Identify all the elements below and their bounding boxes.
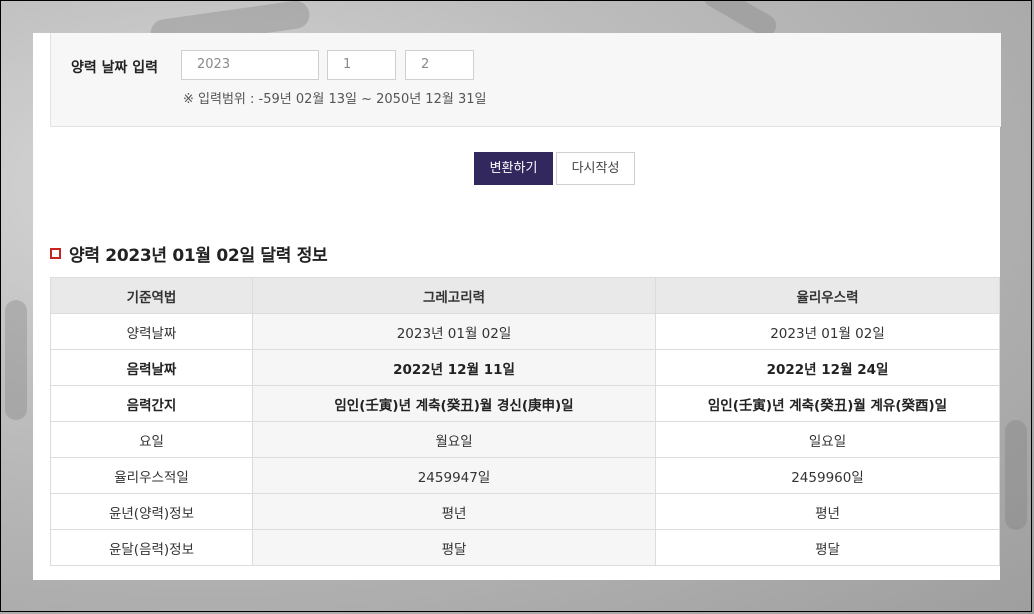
- row-label: 양력날짜: [50, 313, 253, 350]
- year-input[interactable]: 2023: [181, 50, 319, 80]
- julian-cell: 평년: [655, 493, 1000, 530]
- background-decoration: [5, 300, 27, 420]
- header-julian: 율리우스력: [655, 277, 1000, 314]
- gregorian-cell: 평달: [252, 529, 656, 566]
- table-header-row: 기준역법 그레고리력 율리우스력: [50, 277, 1000, 314]
- convert-button[interactable]: 변환하기: [474, 152, 553, 185]
- table-row: 율리우스적일 2459947일 2459960일: [50, 457, 1000, 494]
- row-label: 윤달(음력)정보: [50, 529, 253, 566]
- table-row: 윤년(양력)정보 평년 평년: [50, 493, 1000, 530]
- gregorian-cell: 임인(壬寅)년 계축(癸丑)월 경신(庚申)일: [252, 385, 656, 422]
- month-input[interactable]: 1: [327, 50, 396, 80]
- julian-cell: 2023년 01월 02일: [655, 313, 1000, 350]
- input-range-note: ※ 입력범위 : -59년 02월 13일 ~ 2050년 12월 31일: [183, 92, 487, 107]
- gregorian-cell: 2022년 12월 11일: [252, 349, 656, 386]
- day-input[interactable]: 2: [405, 50, 474, 80]
- section-title-text: 양력 2023년 01월 02일 달력 정보: [69, 246, 328, 266]
- gregorian-cell: 2023년 01월 02일: [252, 313, 656, 350]
- section-title: 양력 2023년 01월 02일 달력 정보: [50, 241, 328, 266]
- square-bullet-icon: [50, 248, 61, 259]
- julian-cell: 2022년 12월 24일: [655, 349, 1000, 386]
- gregorian-cell: 2459947일: [252, 457, 656, 494]
- date-input-label: 양력 날짜 입력: [71, 60, 159, 76]
- table-row: 윤달(음력)정보 평달 평달: [50, 529, 1000, 566]
- table-row: 음력간지 임인(壬寅)년 계축(癸丑)월 경신(庚申)일 임인(壬寅)년 계축(…: [50, 385, 1000, 422]
- row-label: 음력간지: [50, 385, 253, 422]
- row-label: 요일: [50, 421, 253, 458]
- date-input-form: 양력 날짜 입력 2023 1 2 ※ 입력범위 : -59년 02월 13일 …: [50, 33, 1001, 127]
- calendar-info-table: 기준역법 그레고리력 율리우스력 양력날짜 2023년 01월 02일 2023…: [50, 277, 1000, 566]
- row-label: 율리우스적일: [50, 457, 253, 494]
- row-label: 윤년(양력)정보: [50, 493, 253, 530]
- table-row: 음력날짜 2022년 12월 11일 2022년 12월 24일: [50, 349, 1000, 386]
- gregorian-cell: 월요일: [252, 421, 656, 458]
- table-row: 양력날짜 2023년 01월 02일 2023년 01월 02일: [50, 313, 1000, 350]
- gregorian-cell: 평년: [252, 493, 656, 530]
- background-decoration: [1005, 420, 1027, 530]
- header-basis: 기준역법: [50, 277, 253, 314]
- julian-cell: 2459960일: [655, 457, 1000, 494]
- julian-cell: 평달: [655, 529, 1000, 566]
- julian-cell: 임인(壬寅)년 계축(癸丑)월 계유(癸酉)일: [655, 385, 1000, 422]
- table-row: 요일 월요일 일요일: [50, 421, 1000, 458]
- header-gregorian: 그레고리력: [252, 277, 656, 314]
- converter-panel: 양력 날짜 입력 2023 1 2 ※ 입력범위 : -59년 02월 13일 …: [33, 33, 1001, 580]
- reset-button[interactable]: 다시작성: [556, 152, 635, 185]
- julian-cell: 일요일: [655, 421, 1000, 458]
- row-label: 음력날짜: [50, 349, 253, 386]
